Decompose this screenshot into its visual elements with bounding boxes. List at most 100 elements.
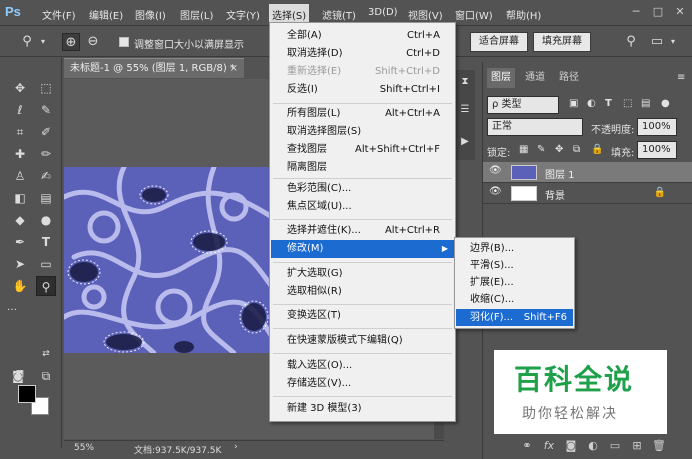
new-layer-icon[interactable]: ⊞ [629, 439, 645, 452]
history-brush-tool-icon[interactable]: ✍ [36, 166, 56, 186]
path-select-tool-icon[interactable]: ➤ [10, 254, 30, 274]
gradient-tool-icon[interactable]: ▤ [36, 188, 56, 208]
zoom-out-icon[interactable]: ⊖ [84, 33, 102, 51]
menu-item-deselect[interactable]: 取消选择(D) Ctrl+D [271, 45, 454, 63]
layer-row-layer1[interactable]: 👁 图层 1 [483, 162, 692, 183]
quick-select-tool-icon[interactable]: ✎ [36, 100, 56, 120]
tab-layers[interactable]: 图层 [487, 68, 515, 88]
menu-item-similar[interactable]: 选取相似(R) [271, 283, 454, 301]
filter-toggle-icon[interactable]: ● [661, 98, 670, 109]
shape-filter-icon[interactable]: ⬚ [623, 98, 632, 109]
history-panel-icon[interactable]: ⧗ [455, 72, 475, 92]
eraser-tool-icon[interactable]: ◧ [10, 188, 30, 208]
menu-file[interactable]: 文件(F) [42, 7, 76, 22]
menu-item-save-selection[interactable]: 存储选区(V)... [271, 375, 454, 393]
panel-menu-icon[interactable]: ≡ [677, 72, 685, 83]
menu-edit[interactable]: 编辑(E) [89, 7, 123, 22]
fx-icon[interactable]: fx [541, 439, 557, 452]
dodge-tool-icon[interactable]: ● [36, 210, 56, 230]
menu-type[interactable]: 文字(Y) [226, 7, 260, 22]
healing-brush-tool-icon[interactable]: ✚ [10, 144, 30, 164]
menu-help[interactable]: 帮助(H) [506, 7, 541, 22]
tab-channels[interactable]: 通道 [521, 68, 549, 88]
eyedropper-tool-icon[interactable]: ✐ [36, 122, 56, 142]
submenu-item-contract[interactable]: 收缩(C)... [456, 291, 573, 308]
close-icon[interactable]: ✕ [672, 5, 688, 19]
blur-tool-icon[interactable]: ◆ [10, 210, 30, 230]
opacity-input[interactable]: 100% [637, 118, 677, 136]
new-group-icon[interactable]: ▭ [607, 439, 623, 452]
workspace-chevron-icon[interactable]: ▾ [664, 33, 682, 51]
lock-transparent-icon[interactable]: ▦ [519, 144, 528, 155]
menu-item-new-3d-model[interactable]: 新建 3D 模型(3) [271, 400, 454, 418]
menu-item-select-and-mask[interactable]: 选择并遮住(K)... Alt+Ctrl+R [271, 222, 454, 240]
adjustment-filter-icon[interactable]: ◐ [587, 98, 596, 109]
menu-item-modify[interactable]: 修改(M) ▶ [271, 240, 454, 258]
submenu-item-border[interactable]: 边界(B)... [456, 240, 573, 257]
menu-item-select-all[interactable]: 全部(A) Ctrl+A [271, 27, 454, 45]
rectangle-tool-icon[interactable]: ▭ [36, 254, 56, 274]
lock-artboard-icon[interactable]: ⧉ [573, 144, 580, 155]
clone-stamp-tool-icon[interactable]: ♙ [10, 166, 30, 186]
fill-screen-button[interactable]: 填充屏幕 [533, 32, 591, 52]
adjustment-layer-icon[interactable]: ◐ [585, 439, 601, 452]
menu-item-isolate-layers[interactable]: 隔离图层 [271, 159, 454, 177]
menu-item-all-layers[interactable]: 所有图层(L) Alt+Ctrl+A [271, 105, 454, 123]
properties-panel-icon[interactable]: ☰ [455, 100, 475, 120]
menu-layer[interactable]: 图层(L) [180, 7, 213, 22]
zoom-level[interactable]: 55% [74, 443, 94, 453]
visibility-eye-icon[interactable]: 👁 [489, 186, 502, 197]
blend-mode-select[interactable]: 正常 [487, 118, 583, 136]
lock-image-icon[interactable]: ✎ [537, 144, 545, 155]
zoom-in-icon[interactable]: ⊕ [62, 33, 80, 51]
layer-name[interactable]: 背景 [545, 187, 565, 202]
more-tools-icon[interactable]: … [2, 298, 22, 318]
type-tool-icon[interactable]: T [36, 232, 56, 252]
pixel-filter-icon[interactable]: ▣ [569, 98, 578, 109]
zoom-tool-icon[interactable]: ⚲ [36, 276, 56, 296]
brush-tool-icon[interactable]: ✏ [36, 144, 56, 164]
menu-item-deselect-layers[interactable]: 取消选择图层(S) [271, 123, 454, 141]
lasso-tool-icon[interactable]: ℓ [10, 100, 30, 120]
screen-mode-icon[interactable]: ⧉ [36, 366, 56, 386]
menu-window[interactable]: 窗口(W) [455, 7, 493, 22]
hand-tool-icon[interactable]: ✋ [10, 276, 30, 296]
submenu-item-smooth[interactable]: 平滑(S)... [456, 257, 573, 274]
pen-tool-icon[interactable]: ✒ [10, 232, 30, 252]
maximize-icon[interactable]: □ [650, 5, 666, 19]
menu-item-find-layers[interactable]: 查找图层 Alt+Shift+Ctrl+F [271, 141, 454, 159]
move-tool-icon[interactable]: ✥ [10, 78, 30, 98]
lock-position-icon[interactable]: ✥ [555, 144, 563, 155]
tab-paths[interactable]: 路径 [555, 68, 583, 88]
menu-item-load-selection[interactable]: 载入选区(O)... [271, 357, 454, 375]
actions-panel-icon[interactable]: ▶ [455, 132, 475, 152]
add-mask-icon[interactable]: ◙ [563, 439, 579, 452]
close-document-icon[interactable]: × [230, 59, 238, 78]
submenu-item-feather[interactable]: 羽化(F)... Shift+F6 [456, 309, 573, 326]
menu-item-reselect[interactable]: 重新选择(E) Shift+Ctrl+D [271, 63, 454, 81]
menu-item-transform-selection[interactable]: 变换选区(T) [271, 307, 454, 325]
menu-3d[interactable]: 3D(D) [368, 7, 398, 18]
menu-item-inverse[interactable]: 反选(I) Shift+Ctrl+I [271, 81, 454, 99]
submenu-item-expand[interactable]: 扩展(E)... [456, 274, 573, 291]
trash-icon[interactable]: 🗑 [651, 439, 667, 452]
smart-object-filter-icon[interactable]: ▤ [641, 98, 650, 109]
quick-mask-icon[interactable]: ◙ [8, 366, 28, 386]
menu-item-focus-area[interactable]: 焦点区域(U)... [271, 198, 454, 216]
menu-image[interactable]: 图像(I) [135, 7, 166, 22]
foreground-color-swatch[interactable] [18, 385, 36, 403]
status-menu-icon[interactable]: › [234, 442, 238, 452]
menu-item-grow[interactable]: 扩大选取(G) [271, 265, 454, 283]
search-icon[interactable]: ⚲ [622, 33, 640, 51]
resize-window-checkbox[interactable] [119, 37, 129, 47]
fit-screen-button[interactable]: 适合屏幕 [470, 32, 528, 52]
layer-row-background[interactable]: 👁 背景 🔒 [483, 183, 692, 204]
layer-filter-select[interactable]: ρ 类型 [487, 96, 559, 114]
type-filter-icon[interactable]: T [605, 98, 612, 109]
minimize-icon[interactable]: ─ [628, 5, 644, 19]
layer-name[interactable]: 图层 1 [545, 166, 575, 181]
menu-item-quick-mask[interactable]: 在快速蒙版模式下编辑(Q) [271, 332, 454, 350]
fill-input[interactable]: 100% [637, 141, 677, 159]
lock-all-icon[interactable]: 🔒 [591, 144, 603, 155]
menu-item-color-range[interactable]: 色彩范围(C)... [271, 180, 454, 198]
